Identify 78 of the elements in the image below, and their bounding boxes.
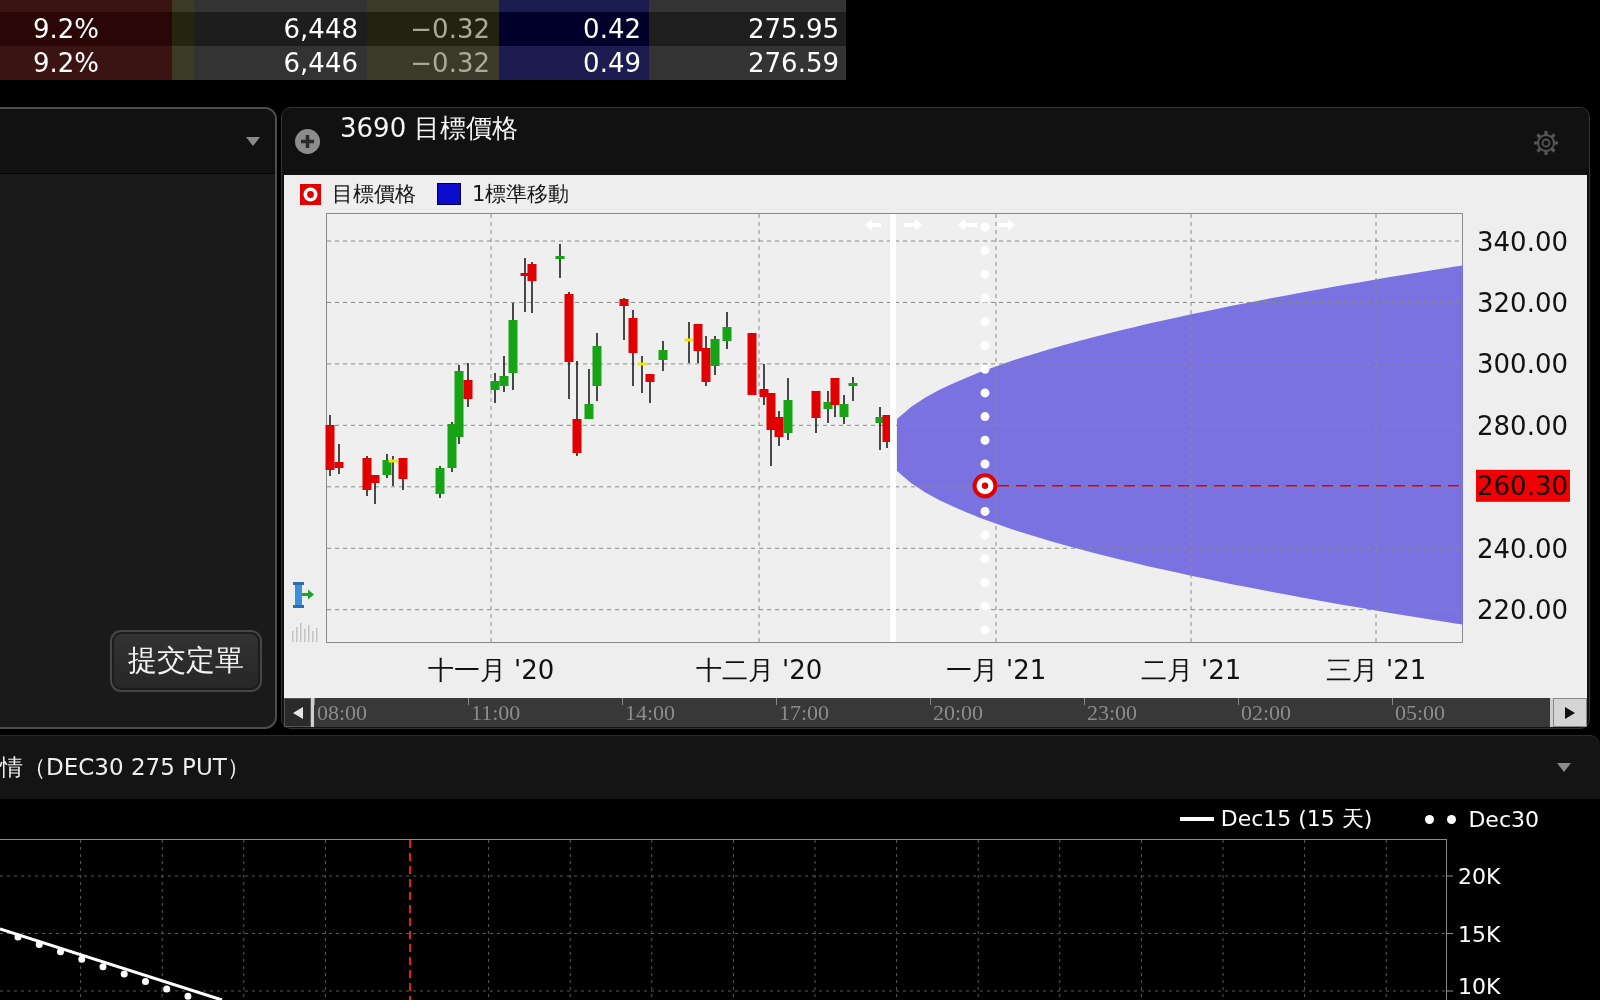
candle [701, 335, 711, 387]
candle [592, 332, 602, 402]
chart-title: 3690 目標價格 [340, 113, 519, 143]
axis-label: 十二月 '20 [695, 655, 823, 685]
candle [362, 455, 372, 497]
candle [370, 474, 380, 505]
candle [747, 332, 757, 396]
volume-bars-icon[interactable] [292, 623, 318, 642]
dotted-line-icon [1425, 814, 1457, 824]
target-price-label: 260.30 [1476, 469, 1570, 502]
candle [645, 373, 655, 404]
candle [584, 368, 594, 420]
scroll-left-button[interactable] [284, 698, 311, 727]
axis-label: 320.00 [1477, 287, 1568, 318]
table-cell: 0.49 [499, 46, 649, 80]
legend-label: Dec30 [1468, 806, 1539, 832]
candle [710, 335, 720, 376]
candle [848, 376, 858, 402]
candle [693, 323, 703, 364]
target-marker-icon[interactable] [972, 473, 998, 499]
axis-label: 300.00 [1477, 349, 1568, 380]
scroll-handle[interactable] [1550, 698, 1553, 727]
table-cell: 6,446 [194, 46, 367, 80]
table-cell: 275.95 [649, 12, 846, 46]
axis-label: 220.00 [1477, 595, 1568, 626]
table-cell: 9.2% [0, 46, 172, 80]
table-cell: −0.32 [367, 46, 499, 80]
right-triangle-icon [1565, 706, 1575, 719]
legend-label: 1標準移動 [472, 181, 570, 208]
band-swatch-icon [437, 183, 461, 205]
target-marker-icon [300, 183, 321, 205]
candle [875, 406, 885, 451]
table-cell: 9.2% [0, 12, 172, 46]
legend-label: Dec15 (15 天) [1220, 805, 1373, 833]
candle [490, 372, 500, 404]
table-cell [172, 0, 194, 12]
submit-order-button[interactable]: 提交定單 [110, 630, 262, 692]
axis-label: 十一月 '20 [427, 655, 555, 685]
table-cell: −0.32 [367, 12, 499, 46]
axis-label: 280.00 [1477, 410, 1568, 441]
settings-icon[interactable] [1533, 130, 1559, 156]
time-scrollbar[interactable]: 08:00 11:00 14:00 17:00 20:00 23:00 02:00 05:00 [311, 698, 1553, 727]
candle [811, 390, 821, 434]
axis-label: 340.00 [1477, 226, 1568, 257]
axis-label: 二月 '21 [1140, 655, 1242, 685]
candle [527, 261, 537, 314]
axis-label: 15K [1458, 921, 1501, 947]
legend-label: 目標價格 [332, 181, 416, 208]
left-triangle-icon [292, 706, 303, 719]
axis-label: 一月 '21 [945, 655, 1047, 685]
dropdown-caret-icon[interactable] [246, 136, 260, 146]
table-cell: 0.42 [499, 12, 649, 46]
add-icon[interactable] [295, 129, 320, 154]
dropdown-caret-icon[interactable] [1557, 763, 1571, 772]
axis-label: 三月 '21 [1325, 655, 1427, 685]
scroll-right-button[interactable] [1553, 698, 1587, 727]
axis-label: 20K [1458, 864, 1501, 889]
table-cell [172, 46, 194, 80]
candle [555, 243, 565, 279]
axis-label: 10K [1458, 974, 1501, 999]
axis-label: 240.00 [1477, 533, 1568, 564]
candle [658, 340, 668, 372]
candle [398, 457, 408, 491]
candle [823, 390, 833, 424]
candle [830, 377, 840, 418]
candle [684, 321, 694, 364]
table-cell: 6,448 [194, 12, 367, 46]
candle [839, 394, 849, 425]
candle [435, 465, 445, 499]
table-cell: 276.59 [649, 46, 846, 80]
table-cell [172, 12, 194, 46]
candle [382, 453, 392, 479]
candle [388, 455, 398, 487]
bracket-arrow-icon[interactable] [293, 582, 314, 608]
candle [520, 257, 530, 313]
candle [722, 311, 732, 350]
scroll-handle[interactable] [311, 698, 314, 727]
panel-title: 情（DEC30 275 PUT） [0, 753, 250, 782]
